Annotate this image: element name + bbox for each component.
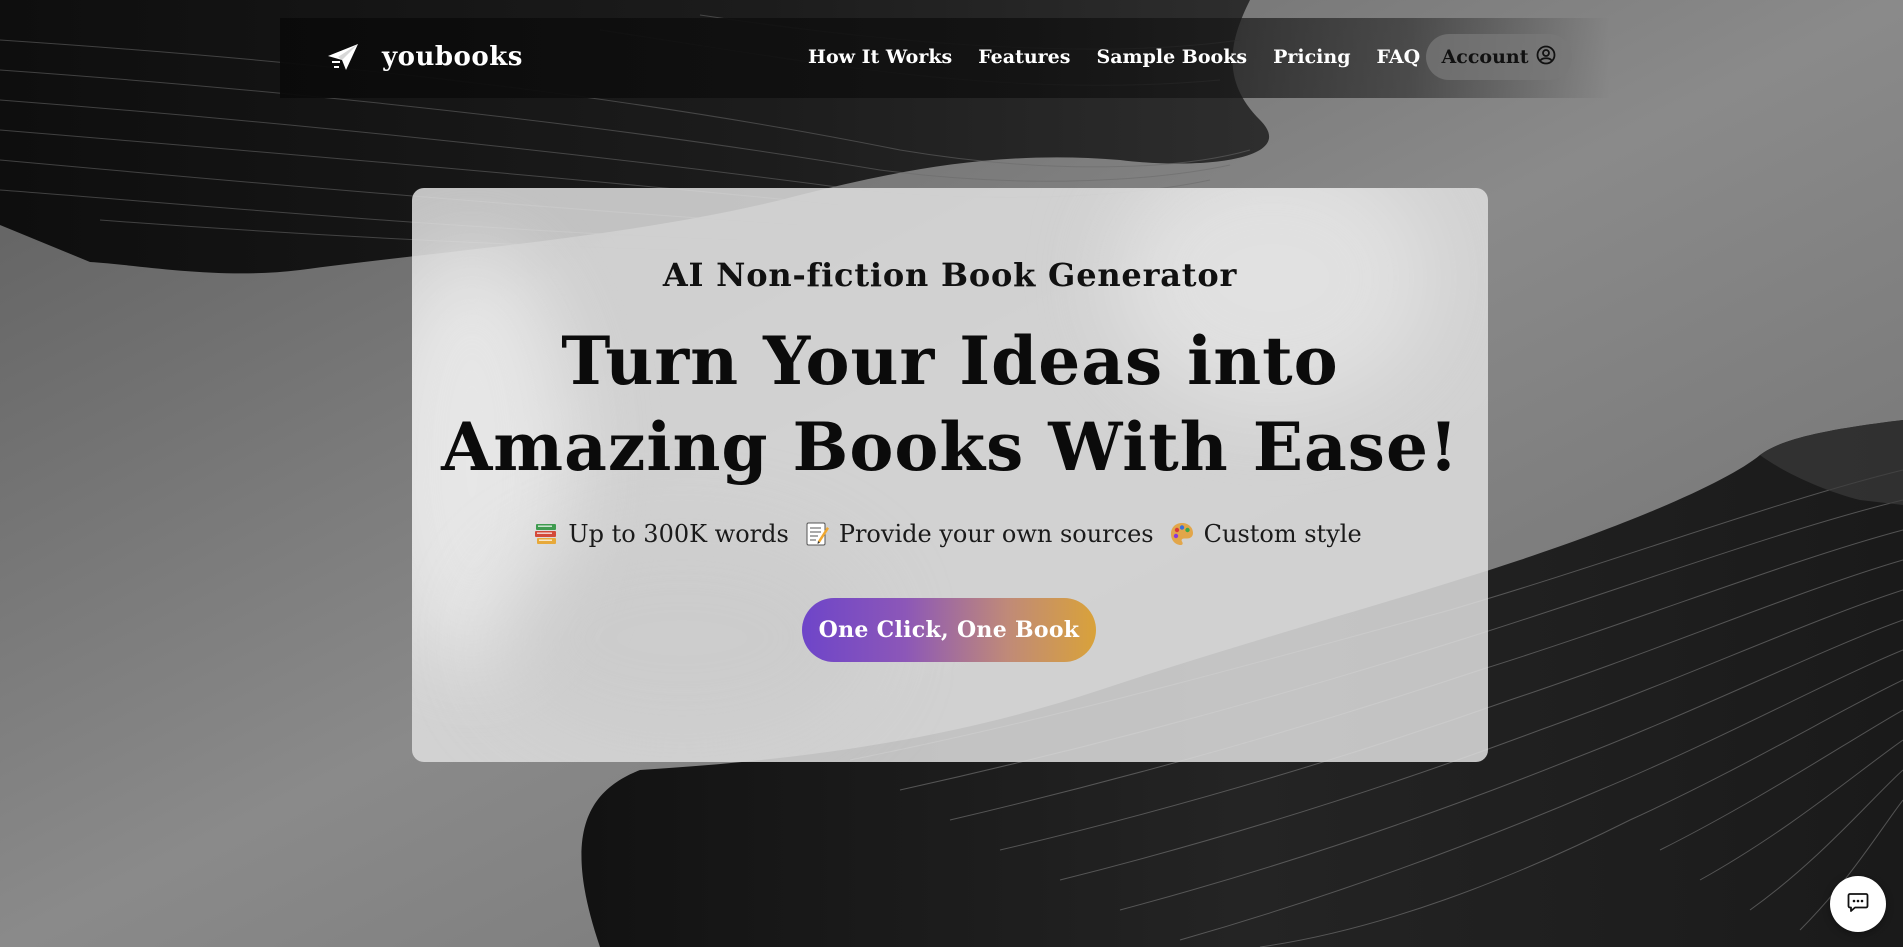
brand-logo[interactable]: youbooks	[326, 40, 523, 74]
headline-line-1: Turn Your Ideas into	[561, 322, 1339, 400]
nav-sample-books[interactable]: Sample Books	[1096, 44, 1247, 70]
cta-label: One Click, One Book	[818, 617, 1080, 643]
chat-bubble-icon	[1846, 890, 1870, 918]
hero-headline: Turn Your Ideas into Amazing Books With …	[412, 318, 1488, 490]
nav-faq[interactable]: FAQ	[1376, 44, 1420, 70]
palette-emoji-icon	[1168, 520, 1196, 548]
nav-features[interactable]: Features	[978, 44, 1070, 70]
user-circle-icon	[1536, 45, 1556, 69]
feature-list: Up to 300K words Provide your own source…	[412, 520, 1488, 548]
headline-line-2: Amazing Books With Ease!	[441, 408, 1459, 486]
books-emoji-icon	[532, 520, 560, 548]
site-header: youbooks How It Works Features Sample Bo…	[0, 18, 1903, 98]
nav-how-it-works[interactable]: How It Works	[808, 44, 952, 70]
chat-widget-button[interactable]	[1830, 876, 1886, 932]
main-nav: How It Works Features Sample Books Prici…	[808, 44, 1446, 70]
hero-eyebrow: AI Non-fiction Book Generator	[662, 256, 1238, 294]
feature-custom-style: Custom style	[1203, 520, 1362, 548]
generate-book-button[interactable]: One Click, One Book	[802, 598, 1096, 662]
feature-sources: Provide your own sources	[838, 520, 1154, 548]
account-label: Account	[1441, 46, 1529, 68]
account-button[interactable]: Account	[1426, 34, 1572, 80]
nav-pricing[interactable]: Pricing	[1273, 44, 1350, 70]
brand-name: youbooks	[382, 42, 523, 72]
feature-word-count: Up to 300K words	[568, 520, 789, 548]
paper-plane-icon	[326, 40, 360, 74]
hero-card: AI Non-fiction Book Generator Turn Your …	[412, 188, 1488, 762]
memo-emoji-icon	[803, 520, 831, 548]
